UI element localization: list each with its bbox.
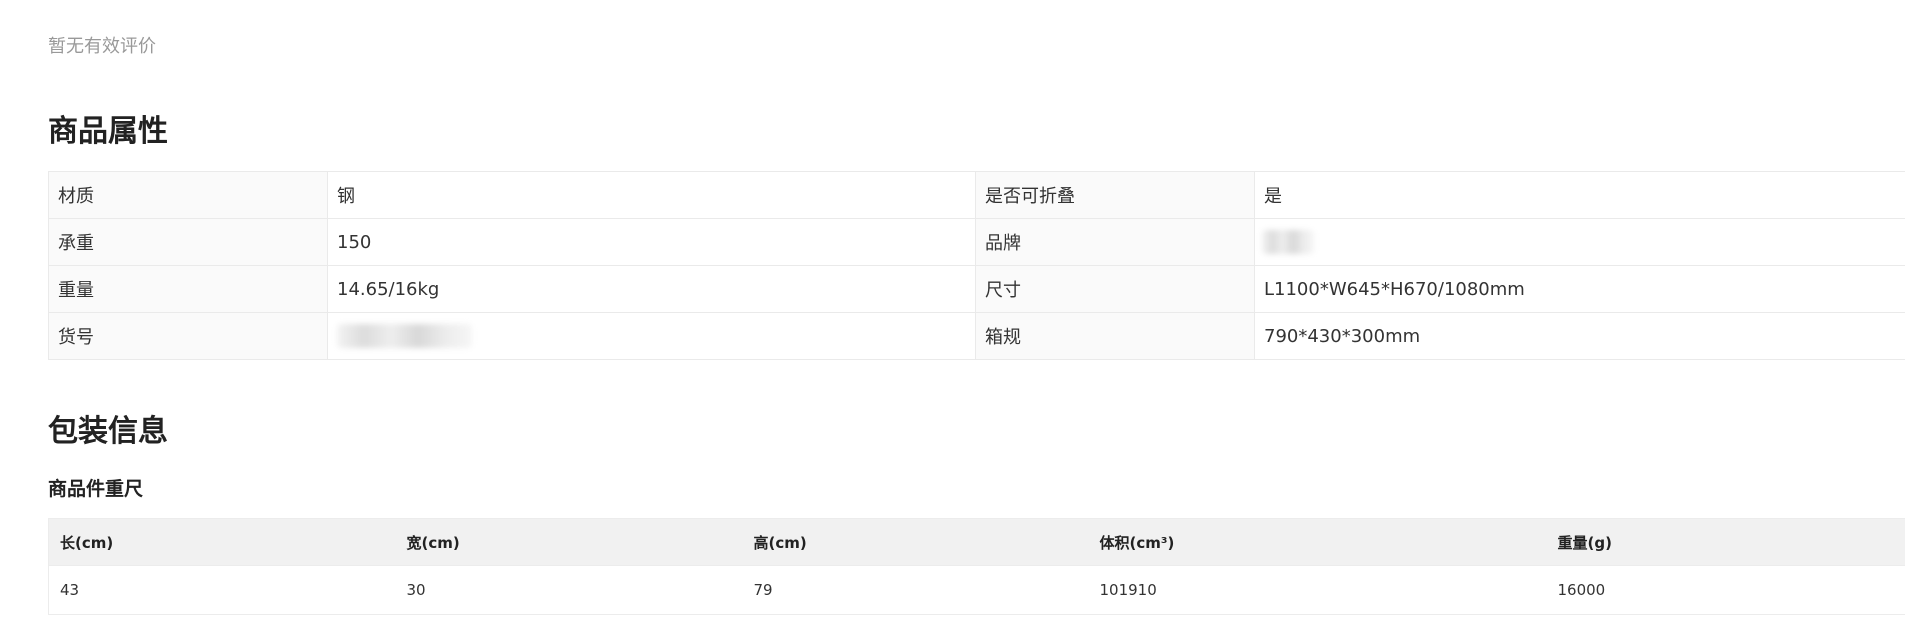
attribute-value-weight: 14.65/16kg [327, 265, 976, 313]
value-width: 30 [395, 565, 743, 615]
header-height: 高(cm) [742, 518, 1089, 566]
attribute-value-carton: 790*430*300mm [1254, 312, 1905, 360]
packaging-subtitle: 商品件重尺 [48, 478, 144, 500]
attribute-key-size: 尺寸 [975, 265, 1255, 313]
attribute-row: 承重 150 品牌 [48, 218, 1905, 266]
packaging-header-row: 长(cm) 宽(cm) 高(cm) 体积(cm³) 重量(g) [48, 518, 1905, 566]
attribute-key-weight: 重量 [48, 265, 328, 313]
attribute-key-carton: 箱规 [975, 312, 1255, 360]
packaging-section-title: 包装信息 [48, 414, 168, 449]
attribute-row: 材质 钢 是否可折叠 是 [48, 171, 1905, 219]
attribute-value-brand [1254, 218, 1905, 266]
value-length: 43 [48, 565, 396, 615]
attribute-key-material: 材质 [48, 171, 328, 219]
value-weight: 16000 [1546, 565, 1905, 615]
header-width: 宽(cm) [395, 518, 743, 566]
attribute-value-material: 钢 [327, 171, 976, 219]
value-height: 79 [742, 565, 1089, 615]
attribute-value-load: 150 [327, 218, 976, 266]
value-volume: 101910 [1088, 565, 1547, 615]
table-row: 43 30 79 101910 16000 [48, 565, 1905, 615]
attribute-value-foldable: 是 [1254, 171, 1905, 219]
redacted-item-number-blur [337, 324, 472, 348]
attributes-section-title: 商品属性 [48, 114, 168, 149]
attribute-row: 货号 箱规 790*430*300mm [48, 312, 1905, 360]
packaging-table: 长(cm) 宽(cm) 高(cm) 体积(cm³) 重量(g) 43 30 79… [48, 518, 1905, 615]
header-volume: 体积(cm³) [1088, 518, 1547, 566]
attribute-row: 重量 14.65/16kg 尺寸 L1100*W645*H670/1080mm [48, 265, 1905, 313]
attribute-value-item-number [327, 312, 976, 360]
no-review-text: 暂无有效评价 [48, 36, 156, 57]
header-weight: 重量(g) [1546, 518, 1905, 566]
header-length: 长(cm) [48, 518, 396, 566]
redacted-brand-blur [1262, 230, 1314, 254]
attribute-key-brand: 品牌 [975, 218, 1255, 266]
attributes-table: 材质 钢 是否可折叠 是 承重 150 品牌 重量 14.65/16kg 尺寸 … [48, 171, 1905, 360]
attribute-value-size: L1100*W645*H670/1080mm [1254, 265, 1905, 313]
attribute-key-item-number: 货号 [48, 312, 328, 360]
attribute-key-foldable: 是否可折叠 [975, 171, 1255, 219]
attribute-key-load: 承重 [48, 218, 328, 266]
